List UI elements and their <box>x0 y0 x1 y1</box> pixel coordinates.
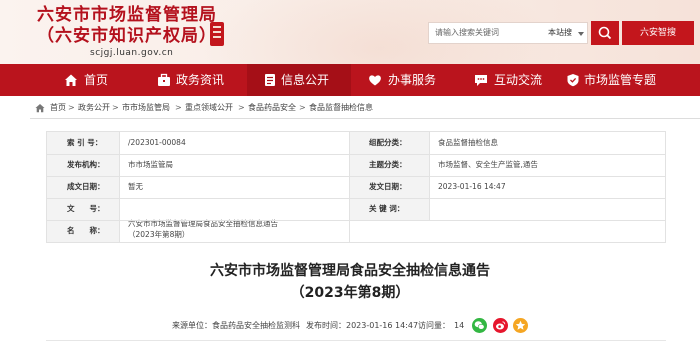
nav-item-market-topics[interactable]: 市场监管专题 <box>566 64 696 96</box>
search-icon <box>598 26 612 40</box>
publish-time-text: 发布时间：2023-01-16 14:47 <box>306 321 419 330</box>
chevron-down-icon <box>578 32 584 36</box>
row-divider <box>47 220 665 221</box>
topic-label: 主题分类： <box>349 154 429 176</box>
source-text: 来源单位：食品药品安全抽检监测科 <box>172 321 300 330</box>
qzone-share-button[interactable] <box>513 318 528 333</box>
seal-icon <box>210 22 224 46</box>
column-divider <box>119 132 120 242</box>
index-label: 索 引 号： <box>47 132 119 154</box>
document-icon <box>265 74 275 86</box>
column-divider <box>349 132 350 242</box>
document-number-label: 文 号： <box>47 198 119 220</box>
breadcrumb-item[interactable]: 政务公开 <box>78 101 110 115</box>
breadcrumb-separator: > <box>68 103 75 112</box>
name-value-line2: （2023年第8期） <box>128 230 190 239</box>
document-title-line1: 六安市市场监督管理局食品安全抽检信息通告 <box>210 263 490 279</box>
topic-value: 市场监督、安全生产监管,通告 <box>438 160 538 169</box>
site-title-line2: （六安市知识产权局） <box>37 26 217 46</box>
published-date-label: 发文日期： <box>349 176 429 198</box>
main-nav: 首页 政务资讯 信息公开 办事服务 互动交流 市场监管专题 <box>0 64 700 96</box>
smart-search-button[interactable]: 六安智搜 <box>622 21 694 45</box>
star-icon <box>515 320 526 330</box>
home-icon <box>35 104 45 113</box>
wechat-icon <box>474 321 485 330</box>
document-title-line2: （2023年第8期） <box>290 285 410 301</box>
column-divider <box>429 132 430 220</box>
nav-label: 信息公开 <box>281 73 330 87</box>
weibo-share-button[interactable] <box>493 318 508 333</box>
keywords-label: 关 键 词： <box>349 198 429 220</box>
breadcrumb-item[interactable]: 市市场监管局 <box>122 101 170 115</box>
site-domain: scjgj.luan.gov.cn <box>90 48 174 58</box>
wechat-share-button[interactable] <box>472 318 487 333</box>
views-label: 访问量： <box>418 321 450 330</box>
published-date-value: 2023-01-16 14:47 <box>438 182 506 191</box>
briefcase-icon <box>158 73 170 86</box>
search-box: 请输入搜索关键词 本站搜 <box>428 22 588 44</box>
name-label: 名 称： <box>47 220 119 242</box>
site-header: 六安市市场监督管理局 （六安市知识产权局） scjgj.luan.gov.cn … <box>0 0 700 64</box>
row-divider <box>47 154 665 155</box>
badge-icon <box>567 74 579 87</box>
index-value: /202301-00084 <box>128 138 186 147</box>
breadcrumb-divider <box>30 118 700 119</box>
category-label: 组配分类： <box>349 132 429 154</box>
nav-item-interaction[interactable]: 互动交流 <box>474 64 564 96</box>
heart-icon <box>369 75 381 86</box>
created-date-value: 暂无 <box>128 182 143 191</box>
nav-label: 首页 <box>84 73 109 87</box>
keywords-value <box>429 198 665 220</box>
row-divider <box>47 176 665 177</box>
breadcrumb-separator: > <box>112 103 119 112</box>
content-divider <box>46 340 666 341</box>
nav-item-government-news[interactable]: 政务资讯 <box>157 64 247 96</box>
nav-item-home[interactable]: 首页 <box>64 64 144 96</box>
nav-item-information-disclosure[interactable]: 信息公开 <box>247 64 351 96</box>
site-title[interactable]: 六安市市场监督管理局 （六安市知识产权局） <box>37 5 217 47</box>
home-icon <box>65 74 77 86</box>
created-date-label: 成文日期： <box>47 176 119 198</box>
breadcrumb-separator: > <box>299 103 306 112</box>
search-input[interactable]: 请输入搜索关键词 <box>435 27 499 38</box>
breadcrumb-item[interactable]: 食品药品安全 <box>248 101 296 115</box>
views-count: 14 <box>454 321 465 330</box>
nav-label: 市场监管专题 <box>584 73 657 87</box>
site-title-line1: 六安市市场监督管理局 <box>37 5 217 25</box>
document-title: 六安市市场监督管理局食品安全抽检信息通告 （2023年第8期） <box>0 260 700 304</box>
search-button[interactable] <box>591 21 619 45</box>
breadcrumb-item[interactable]: 首页 <box>50 101 66 115</box>
nav-label: 互动交流 <box>494 73 543 87</box>
breadcrumb-item[interactable]: 重点领域公开 <box>185 101 233 115</box>
breadcrumb-separator: > <box>238 103 245 112</box>
nav-item-services[interactable]: 办事服务 <box>368 64 458 96</box>
breadcrumb-item[interactable]: 食品监督抽检信息 <box>309 101 373 115</box>
document-info-table: 索 引 号： /202301-00084 组配分类： 食品监督抽检信息 发布机构… <box>46 131 666 243</box>
row-divider <box>47 198 665 199</box>
nav-label: 政务资讯 <box>176 73 225 87</box>
publisher-value: 市市场监管局 <box>128 160 173 169</box>
document-number-value <box>119 198 349 220</box>
breadcrumb-separator: > <box>175 103 182 112</box>
category-value: 食品监督抽检信息 <box>438 138 498 147</box>
publisher-label: 发布机构： <box>47 154 119 176</box>
nav-label: 办事服务 <box>388 73 437 87</box>
weibo-icon <box>496 321 506 330</box>
chat-icon <box>475 75 487 86</box>
empty-cell <box>349 220 665 242</box>
search-scope-select[interactable]: 本站搜 <box>548 27 572 38</box>
